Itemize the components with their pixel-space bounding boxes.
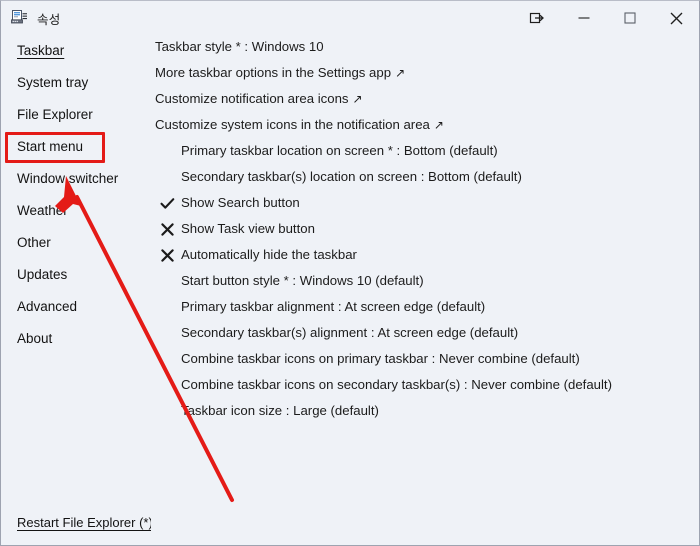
- sidebar-item-file-explorer[interactable]: File Explorer: [17, 107, 93, 122]
- title-bar-left: 속성: [1, 9, 60, 28]
- external-link-arrow-icon: ↗: [433, 118, 444, 132]
- option-row-more-taskbar-options[interactable]: More taskbar options in the Settings app…: [151, 63, 405, 83]
- close-icon[interactable]: [653, 2, 699, 34]
- option-label: Taskbar icon size : Large (default): [181, 403, 379, 418]
- option-row-taskbar-icon-size[interactable]: Taskbar icon size : Large (default): [151, 401, 379, 421]
- option-row-taskbar-style[interactable]: Taskbar style * : Windows 10: [151, 37, 324, 57]
- option-row-show-search-button[interactable]: Show Search button: [151, 193, 300, 213]
- option-label: Primary taskbar location on screen * : B…: [181, 143, 498, 158]
- restore-down-icon[interactable]: [513, 2, 561, 34]
- option-row-primary-taskbar-alignment[interactable]: Primary taskbar alignment : At screen ed…: [151, 297, 485, 317]
- option-label: Primary taskbar alignment : At screen ed…: [181, 299, 486, 314]
- option-row-primary-taskbar-location[interactable]: Primary taskbar location on screen * : B…: [151, 141, 498, 161]
- option-row-combine-icons-primary[interactable]: Combine taskbar icons on primary taskbar…: [151, 349, 580, 369]
- sidebar-item-about[interactable]: About: [17, 331, 52, 346]
- option-label: Show Search button: [181, 195, 300, 210]
- option-label: Secondary taskbar(s) alignment : At scre…: [181, 325, 519, 340]
- sidebar: Taskbar System tray File Explorer Start …: [1, 35, 153, 545]
- title-bar: 속성: [1, 1, 699, 35]
- option-row-combine-icons-secondary[interactable]: Combine taskbar icons on secondary taskb…: [151, 375, 612, 395]
- caption-buttons: [513, 1, 699, 35]
- option-label: Show Task view button: [181, 221, 315, 236]
- sidebar-item-weather[interactable]: Weather: [17, 203, 68, 218]
- sidebar-item-advanced[interactable]: Advanced: [17, 299, 77, 314]
- options-list: Taskbar style * : Windows 10 More taskba…: [151, 35, 699, 545]
- option-label: Combine taskbar icons on primary taskbar…: [181, 351, 580, 366]
- external-link-arrow-icon: ↗: [395, 66, 406, 80]
- option-label: Customize notification area icons: [155, 91, 349, 106]
- option-row-secondary-taskbar-location[interactable]: Secondary taskbar(s) location on screen …: [151, 167, 522, 187]
- sidebar-item-other[interactable]: Other: [17, 235, 51, 250]
- option-label: Taskbar style * : Windows 10: [155, 39, 324, 54]
- cross-icon: [159, 247, 175, 263]
- sidebar-item-system-tray[interactable]: System tray: [17, 75, 88, 90]
- option-label: Automatically hide the taskbar: [181, 247, 357, 262]
- sidebar-item-updates[interactable]: Updates: [17, 267, 67, 282]
- option-row-show-task-view-button[interactable]: Show Task view button: [151, 219, 315, 239]
- external-link-arrow-icon: ↗: [352, 92, 363, 106]
- sidebar-item-window-switcher[interactable]: Window switcher: [17, 171, 118, 186]
- maximize-icon[interactable]: [607, 2, 653, 34]
- checkmark-icon: [159, 195, 175, 211]
- option-row-customize-notification-area-icons[interactable]: Customize notification area icons ↗: [151, 89, 363, 109]
- restart-file-explorer-link[interactable]: Restart File Explorer (*): [17, 515, 153, 530]
- option-label: Start button style * : Windows 10 (defau…: [181, 273, 424, 288]
- option-row-automatically-hide-taskbar[interactable]: Automatically hide the taskbar: [151, 245, 357, 265]
- option-label: Customize system icons in the notificati…: [155, 117, 430, 132]
- option-row-customize-system-icons[interactable]: Customize system icons in the notificati…: [151, 115, 444, 135]
- window-title: 속성: [37, 12, 61, 27]
- option-label: Combine taskbar icons on secondary taskb…: [181, 377, 612, 392]
- properties-window: 속성 Taskbar System tray File Explorer Sta…: [0, 0, 700, 546]
- cross-icon: [159, 221, 175, 237]
- sidebar-item-start-menu[interactable]: Start menu: [17, 139, 83, 154]
- option-label: Secondary taskbar(s) location on screen …: [181, 169, 522, 184]
- taskbar-window-icon: [10, 9, 28, 27]
- minimize-icon[interactable]: [561, 2, 607, 34]
- option-row-secondary-taskbar-alignment[interactable]: Secondary taskbar(s) alignment : At scre…: [151, 323, 518, 343]
- sidebar-item-taskbar[interactable]: Taskbar: [17, 43, 64, 58]
- option-label: More taskbar options in the Settings app: [155, 65, 392, 80]
- option-row-start-button-style[interactable]: Start button style * : Windows 10 (defau…: [151, 271, 424, 291]
